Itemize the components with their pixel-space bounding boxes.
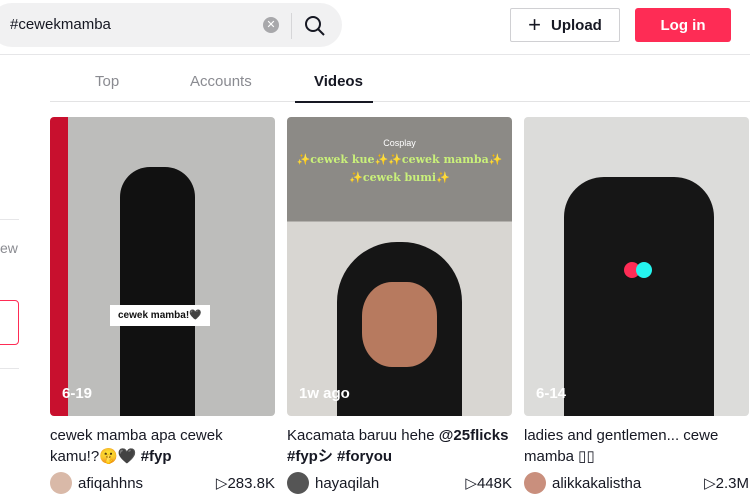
play-icon: ▷: [704, 475, 716, 492]
active-tab-indicator: [295, 101, 373, 103]
video-overlay-text: cewek mamba!🖤: [110, 305, 210, 326]
video-overlay-label: Cosplay: [383, 138, 416, 148]
video-date: 6-19: [62, 385, 93, 402]
view-count: 283.8K: [227, 474, 275, 492]
tab-videos[interactable]: Videos: [314, 73, 363, 90]
video-card[interactable]: Cosplay ✨cewek kue✨✨cewek mamba✨ ✨cewek …: [287, 117, 512, 494]
login-button[interactable]: Log in: [635, 8, 731, 42]
view-count: 2.3M: [715, 474, 749, 492]
search-input[interactable]: #cewekmamba: [10, 16, 111, 33]
clear-icon[interactable]: ✕: [263, 17, 279, 33]
tab-top[interactable]: Top: [95, 73, 119, 90]
avatar[interactable]: [50, 472, 72, 494]
video-date: 6-14: [536, 385, 567, 402]
sidebar-divider: [0, 368, 19, 369]
video-thumbnail[interactable]: 6-14: [524, 117, 749, 416]
search-icon[interactable]: [304, 15, 326, 37]
video-overlay-text: ✨cewek kue✨✨cewek mamba✨: [296, 153, 503, 166]
sidebar-divider: [0, 219, 19, 220]
header-divider: [0, 54, 750, 55]
upload-label: Upload: [551, 16, 602, 34]
upload-button[interactable]: + Upload: [510, 8, 620, 42]
video-description: Kacamata baruu hehe @25flicks #fypシ #for…: [287, 427, 509, 465]
username[interactable]: hayaqilah: [315, 475, 465, 492]
play-icon: ▷: [465, 475, 477, 492]
username[interactable]: alikkakalistha: [552, 475, 704, 492]
sidebar-text: ew: [0, 240, 18, 256]
tab-accounts[interactable]: Accounts: [190, 73, 252, 90]
divider: [291, 13, 292, 39]
plus-icon: +: [528, 12, 541, 37]
view-count: 448K: [476, 474, 512, 492]
video-card[interactable]: cewek mamba!🖤 6-19 cewek mamba apa cewek…: [50, 117, 275, 494]
video-thumbnail[interactable]: cewek mamba!🖤 6-19: [50, 117, 275, 416]
search-bar[interactable]: #cewekmamba ✕: [0, 3, 342, 47]
avatar[interactable]: [287, 472, 309, 494]
sidebar-button[interactable]: [0, 300, 19, 345]
tabs: Top Accounts Videos: [50, 62, 750, 103]
video-date: 1w ago: [299, 385, 350, 402]
video-overlay-text: ✨cewek bumi✨: [349, 171, 450, 184]
play-icon: ▷: [215, 475, 228, 492]
video-thumbnail[interactable]: Cosplay ✨cewek kue✨✨cewek mamba✨ ✨cewek …: [287, 117, 512, 416]
avatar[interactable]: [524, 472, 546, 494]
video-description: cewek mamba apa cewek kamu!?🤫🖤 #fyp: [50, 427, 223, 465]
username[interactable]: afiqahhns: [78, 475, 216, 492]
video-description: ladies and gentlemen... cewe mamba ▯▯: [524, 427, 719, 465]
video-card[interactable]: 6-14 ladies and gentlemen... cewe mamba …: [524, 117, 749, 494]
